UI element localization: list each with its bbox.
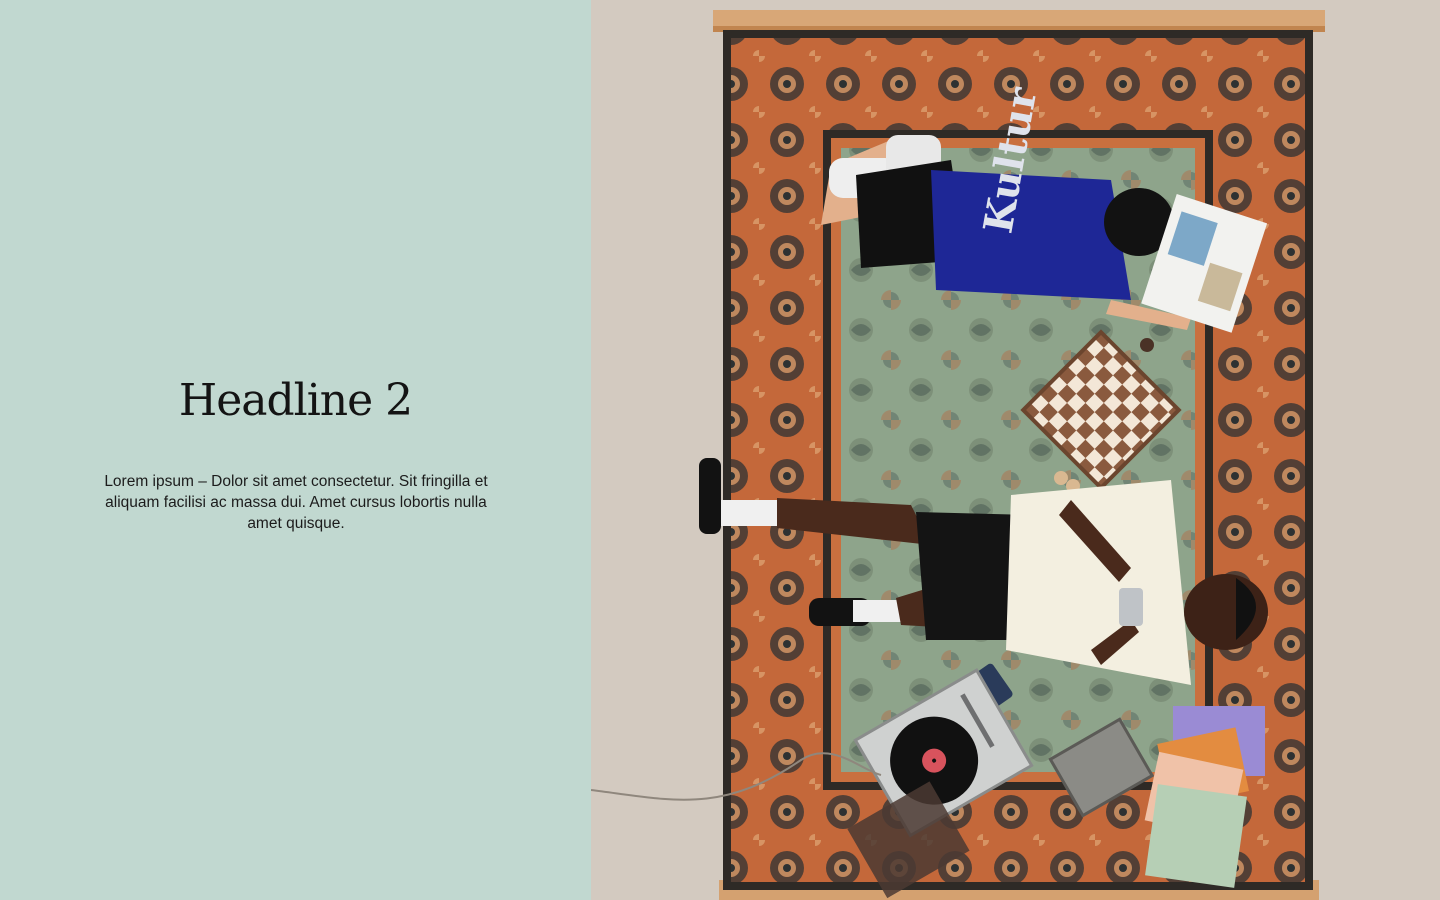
hero-photo: Kultur [591,0,1440,900]
text-panel: Headline 2 Lorem ipsum – Dolor sit amet … [0,0,591,900]
checker-piece [1054,471,1068,485]
page: Headline 2 Lorem ipsum – Dolor sit amet … [0,0,1440,900]
photo-illustration: Kultur [591,0,1440,900]
body-copy: Lorem ipsum – Dolor sit amet consectetur… [104,473,488,532]
headline: Headline 2 [178,375,413,426]
rug-fringe-top [713,10,1325,32]
